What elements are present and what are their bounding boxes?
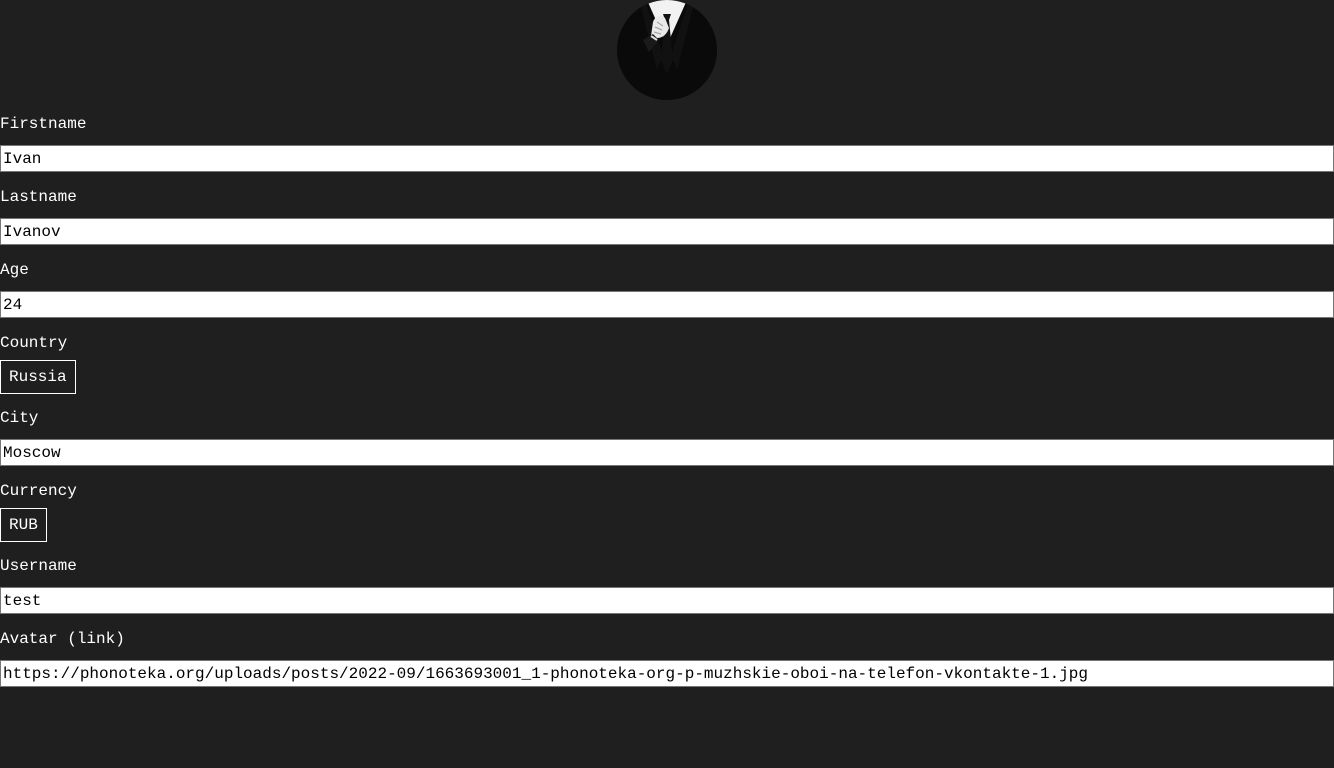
avatar-link-input[interactable] <box>0 660 1334 687</box>
avatar <box>617 0 717 100</box>
lastname-label: Lastname <box>0 188 77 206</box>
age-input[interactable] <box>0 291 1334 318</box>
avatar-link-label: Avatar (link) <box>0 630 125 648</box>
username-input[interactable] <box>0 587 1334 614</box>
city-input[interactable] <box>0 439 1334 466</box>
currency-select[interactable]: RUB <box>0 508 47 542</box>
lastname-input[interactable] <box>0 218 1334 245</box>
firstname-input[interactable] <box>0 145 1334 172</box>
age-label: Age <box>0 261 29 279</box>
firstname-label: Firstname <box>0 115 87 133</box>
suit-man-icon <box>617 0 717 100</box>
currency-label: Currency <box>0 482 77 500</box>
avatar-image <box>617 0 717 100</box>
username-label: Username <box>0 557 77 575</box>
country-label: Country <box>0 334 68 352</box>
city-label: City <box>0 409 39 427</box>
country-select[interactable]: Russia <box>0 360 76 394</box>
